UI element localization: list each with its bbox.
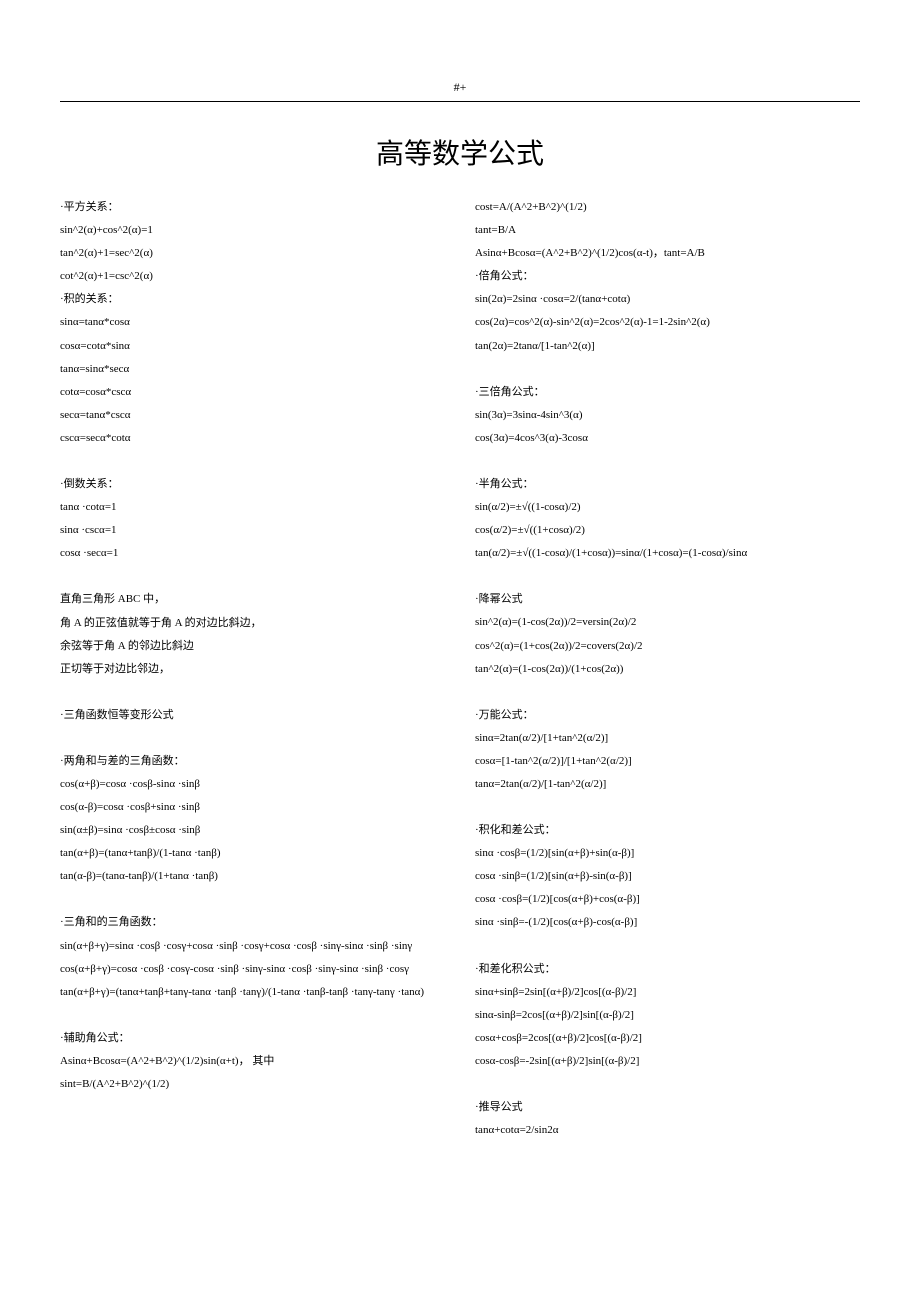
right-line: tan(2α)=2tanα/[1-tan^2(α)] [475,335,860,358]
right-line: sin(3α)=3sinα-4sin^3(α) [475,404,860,427]
left-line: sin^2(α)+cos^2(α)=1 [60,219,445,242]
left-line: sin(α±β)=sinα ·cosβ±cosα ·sinβ [60,819,445,842]
right-line: cosα-cosβ=-2sin[(α+β)/2]sin[(α-β)/2] [475,1050,860,1073]
left-line: tan(α+β)=(tanα+tanβ)/(1-tanα ·tanβ) [60,842,445,865]
left-line: tan(α+β+γ)=(tanα+tanβ+tanγ-tanα ·tanβ ·t… [60,981,445,1004]
right-line: cos(3α)=4cos^3(α)-3cosα [475,427,860,450]
right-line: cos^2(α)=(1+cos(2α))/2=covers(2α)/2 [475,635,860,658]
left-column: ·平方关系：sin^2(α)+cos^2(α)=1tan^2(α)+1=sec^… [60,196,445,1142]
right-line: sinα ·cosβ=(1/2)[sin(α+β)+sin(α-β)] [475,842,860,865]
right-line: ·降幂公式 [475,588,860,611]
right-line: cosα ·cosβ=(1/2)[cos(α+β)+cos(α-β)] [475,888,860,911]
left-line: ·倒数关系： [60,473,445,496]
right-line: tanα+cotα=2/sin2α [475,1119,860,1142]
right-line: sinα-sinβ=2cos[(α+β)/2]sin[(α-β)/2] [475,1004,860,1027]
left-blank [60,450,445,473]
left-line: Asinα+Bcosα=(A^2+B^2)^(1/2)sin(α+t)， 其中 [60,1050,445,1073]
left-blank [60,681,445,704]
left-blank [60,727,445,750]
right-line: tan(α/2)=±√((1-cosα)/(1+cosα))=sinα/(1+c… [475,542,860,565]
left-blank [60,1004,445,1027]
left-line: tan^2(α)+1=sec^2(α) [60,242,445,265]
right-line: sin^2(α)=(1-cos(2α))/2=versin(2α)/2 [475,611,860,634]
page-header-mark: #+ [60,80,860,102]
left-line: 直角三角形 ABC 中， [60,588,445,611]
right-line: ·半角公式： [475,473,860,496]
document-title: 高等数学公式 [60,132,860,172]
left-line: sinα ·cscα=1 [60,519,445,542]
right-line: sinα=2tan(α/2)/[1+tan^2(α/2)] [475,727,860,750]
right-line: cos(α/2)=±√((1+cosα)/2) [475,519,860,542]
left-line: ·平方关系： [60,196,445,219]
right-line: ·和差化积公式： [475,958,860,981]
left-blank [60,565,445,588]
right-blank [475,681,860,704]
left-line: ·积的关系： [60,288,445,311]
right-line: ·积化和差公式： [475,819,860,842]
left-line: cos(α+β)=cosα ·cosβ-sinα ·sinβ [60,773,445,796]
right-line: cosα=[1-tan^2(α/2)]/[1+tan^2(α/2)] [475,750,860,773]
left-line: cos(α-β)=cosα ·cosβ+sinα ·sinβ [60,796,445,819]
right-blank [475,1073,860,1096]
left-line: 余弦等于角 A 的邻边比斜边 [60,635,445,658]
right-blank [475,358,860,381]
right-line: cosα ·sinβ=(1/2)[sin(α+β)-sin(α-β)] [475,865,860,888]
right-blank [475,450,860,473]
left-line: sinα=tanα*cosα [60,311,445,334]
right-line: cosα+cosβ=2cos[(α+β)/2]cos[(α-β)/2] [475,1027,860,1050]
content-columns: ·平方关系：sin^2(α)+cos^2(α)=1tan^2(α)+1=sec^… [60,196,860,1142]
left-line: ·三角函数恒等变形公式 [60,704,445,727]
right-line: Asinα+Bcosα=(A^2+B^2)^(1/2)cos(α-t)，tant… [475,242,860,265]
right-line: tanα=2tan(α/2)/[1-tan^2(α/2)] [475,773,860,796]
right-line: sin(α/2)=±√((1-cosα)/2) [475,496,860,519]
right-line: sinα+sinβ=2sin[(α+β)/2]cos[(α-β)/2] [475,981,860,1004]
left-line: cot^2(α)+1=csc^2(α) [60,265,445,288]
document-page: #+ 高等数学公式 ·平方关系：sin^2(α)+cos^2(α)=1tan^2… [0,0,920,1202]
left-line: cosα=cotα*sinα [60,335,445,358]
left-line: cotα=cosα*cscα [60,381,445,404]
left-line: tan(α-β)=(tanα-tanβ)/(1+tanα ·tanβ) [60,865,445,888]
right-line: tan^2(α)=(1-cos(2α))/(1+cos(2α)) [475,658,860,681]
right-line: ·三倍角公式： [475,381,860,404]
right-line: ·倍角公式： [475,265,860,288]
left-line: secα=tanα*cscα [60,404,445,427]
right-column: cost=A/(A^2+B^2)^(1/2)tant=B/AAsinα+Bcos… [475,196,860,1142]
right-blank [475,565,860,588]
right-blank [475,796,860,819]
left-line: ·三角和的三角函数： [60,911,445,934]
left-line: sint=B/(A^2+B^2)^(1/2) [60,1073,445,1096]
left-line: cscα=secα*cotα [60,427,445,450]
right-line: tant=B/A [475,219,860,242]
left-line: cosα ·secα=1 [60,542,445,565]
left-line: 正切等于对边比邻边， [60,658,445,681]
left-line: tanα=sinα*secα [60,358,445,381]
left-line: 角 A 的正弦值就等于角 A 的对边比斜边， [60,612,445,635]
left-line: ·辅助角公式： [60,1027,445,1050]
right-line: cos(2α)=cos^2(α)-sin^2(α)=2cos^2(α)-1=1-… [475,311,860,334]
left-blank [60,888,445,911]
left-line: cos(α+β+γ)=cosα ·cosβ ·cosγ-cosα ·sinβ ·… [60,958,445,981]
right-line: ·推导公式 [475,1096,860,1119]
right-line: ·万能公式： [475,704,860,727]
right-line: cost=A/(A^2+B^2)^(1/2) [475,196,860,219]
left-line: ·两角和与差的三角函数： [60,750,445,773]
left-line: sin(α+β+γ)=sinα ·cosβ ·cosγ+cosα ·sinβ ·… [60,935,445,958]
left-line: tanα ·cotα=1 [60,496,445,519]
right-line: sin(2α)=2sinα ·cosα=2/(tanα+cotα) [475,288,860,311]
right-blank [475,935,860,958]
right-line: sinα ·sinβ=-(1/2)[cos(α+β)-cos(α-β)] [475,911,860,934]
